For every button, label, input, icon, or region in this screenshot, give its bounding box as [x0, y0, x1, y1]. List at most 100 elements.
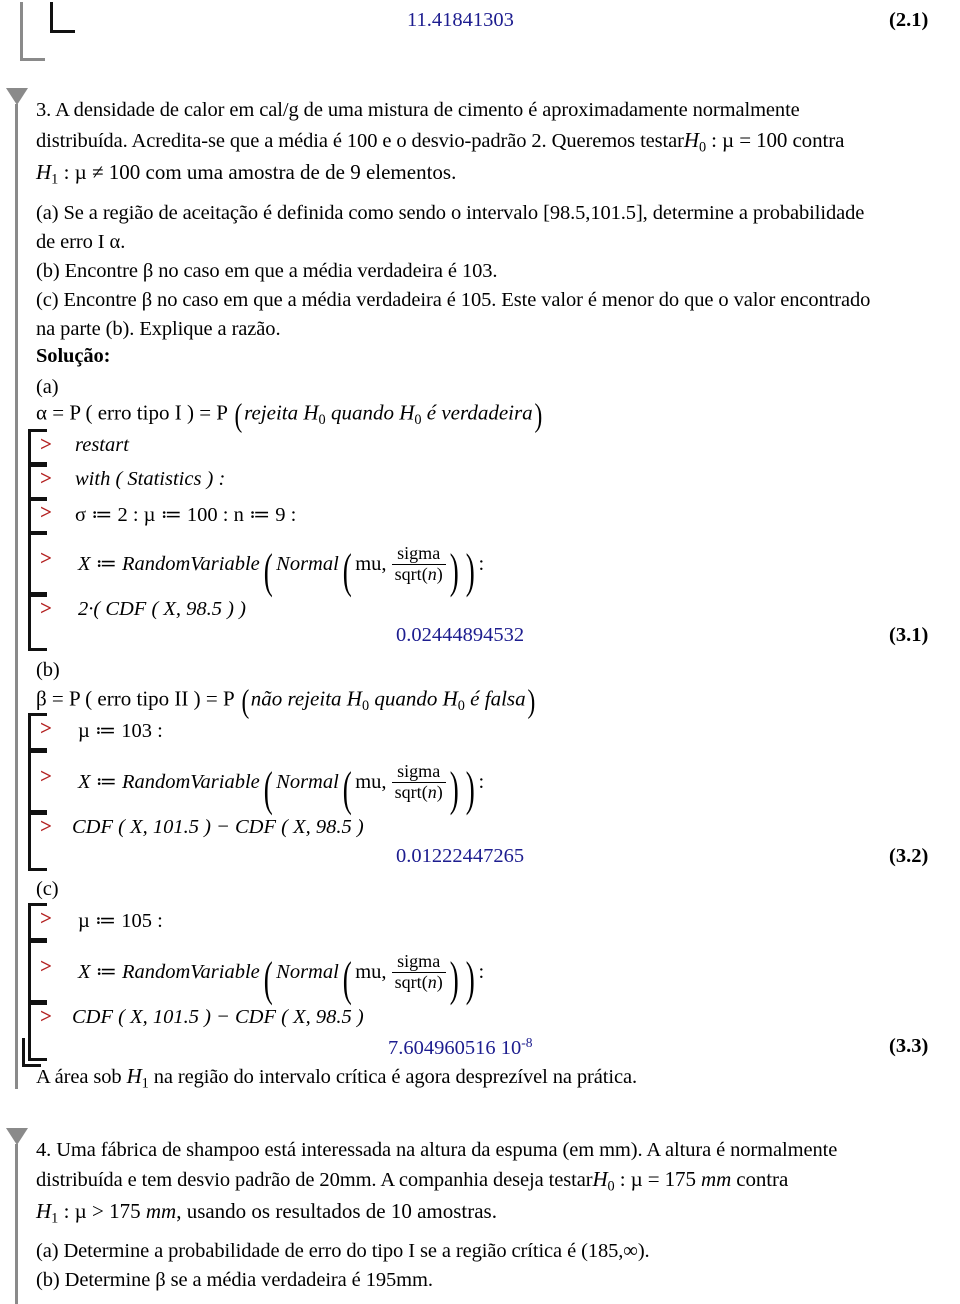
sqrt-fn-b: sqrt — [394, 781, 422, 802]
part-b-inner-post: é falsa — [464, 686, 526, 711]
problem4-h0-subscript: 0 — [607, 1178, 615, 1195]
fraction-numerator-c: sigma — [397, 951, 441, 972]
rv-c-fn: RandomVariable — [121, 960, 260, 983]
command-mu-assign-c[interactable]: µ ≔ 105 : — [78, 908, 163, 933]
maple-prompt-mu-c[interactable]: > — [40, 906, 52, 931]
part-b-inner-mid: quando H — [369, 686, 458, 711]
command-cdf-b-text: CDF ( X, 101.5 ) − CDF ( X, 98.5 ) — [72, 816, 364, 838]
sqrt-arg-c: n — [427, 971, 437, 992]
part-b-inner-sub-2: 0 — [457, 698, 465, 715]
closing-remark-h1: H1 — [127, 1064, 149, 1092]
section-gutter-line-problem3 — [15, 104, 18, 1089]
equation-label-3-3: (3.3) — [889, 1035, 929, 1057]
command-assignments-text: σ ≔ 2 : µ ≔ 100 : n ≔ 9 : — [75, 504, 297, 526]
result-3-3-exponent: -8 — [521, 1035, 533, 1050]
section-marker-triangle-problem4[interactable] — [6, 1128, 28, 1145]
maple-prompt-mu-b[interactable]: > — [40, 716, 52, 741]
problem3-h1-rest: : µ ≠ 100 com uma amostra de de 9 elemen… — [58, 160, 457, 184]
problem4-h1-tail: , usando os resultados de 10 amostras. — [176, 1199, 497, 1223]
rv-c-assign: X ≔ — [78, 960, 122, 983]
command-assignments[interactable]: σ ≔ 2 : µ ≔ 100 : n ≔ 9 : — [75, 502, 296, 527]
command-restart[interactable]: restart — [75, 434, 129, 457]
maple-prompt-assign[interactable]: > — [40, 500, 52, 525]
part-a-inner-sub-1: 0 — [318, 412, 326, 429]
problem4-h0-units: mm — [701, 1167, 732, 1191]
problem4-line-2-text: distribuída e tem desvio padrão de 20mm.… — [36, 1169, 593, 1191]
closing-remark-sub: 1 — [141, 1075, 149, 1092]
fraction-denominator-a: sqrt(n) — [391, 563, 446, 584]
maple-prompt-rv-a[interactable]: > — [40, 546, 52, 571]
maple-prompt-with[interactable]: > — [40, 466, 52, 491]
command-mu-assign-c-text: µ ≔ 105 : — [78, 910, 163, 932]
rv-c-trailing: : — [478, 960, 485, 983]
section-gutter-line-problem4 — [15, 1144, 18, 1304]
exec-group-bracket-cdf-b-close[interactable] — [28, 842, 47, 871]
command-randomvariable-c[interactable]: X ≔ RandomVariable(Normal(mu, sigma sqrt(… — [78, 950, 484, 1007]
closing-remark-pre: A área sob — [36, 1066, 127, 1088]
close-paren-glyph-normal-c: ) — [449, 951, 459, 1006]
command-with-statistics[interactable]: with ( Statistics ) : — [75, 468, 225, 491]
problem4-item-a: (a) Determine a probabilidade de erro do… — [36, 1240, 650, 1262]
problem3-item-c-line2: na parte (b). Explique a razão. — [36, 318, 281, 340]
command-randomvariable-b[interactable]: X ≔ RandomVariable(Normal(mu, sigma sqrt(… — [78, 760, 484, 817]
part-a-inner-sub-2: 0 — [414, 412, 422, 429]
open-paren-glyph-rv-b: ( — [263, 761, 273, 816]
problem3-line-1: 3. A densidade de calor em cal/g de uma … — [36, 99, 800, 121]
result-value-2-1: 11.41841303 — [407, 9, 514, 31]
problem3-item-c-line1: (c) Encontre β no caso em que a média ve… — [36, 289, 871, 311]
equation-label-2-1: (2.1) — [889, 9, 929, 31]
problem3-h1-symbol: H — [36, 160, 52, 184]
maple-prompt-restart[interactable]: > — [40, 432, 52, 457]
fraction-numerator-b: sigma — [397, 761, 441, 782]
equation-label-3-2: (3.2) — [889, 845, 929, 867]
problem4-item-b: (b) Determine β se a média verdadeira é … — [36, 1269, 433, 1291]
command-cdf-b[interactable]: CDF ( X, 101.5 ) − CDF ( X, 98.5 ) — [72, 816, 364, 839]
close-paren-glyph-rv-c: ) — [465, 951, 475, 1006]
command-cdf-c[interactable]: CDF ( X, 101.5 ) − CDF ( X, 98.5 ) — [72, 1006, 364, 1029]
maple-prompt-cdf-b[interactable]: > — [40, 814, 52, 839]
command-mu-assign-b[interactable]: µ ≔ 103 : — [78, 718, 163, 743]
fraction-sigma-over-sqrt-n-b: sigma sqrt(n) — [391, 761, 446, 802]
rv-b-trailing: : — [478, 770, 485, 793]
rv-b-dist: Normal — [276, 770, 339, 793]
rv-a-fn: RandomVariable — [121, 552, 260, 575]
sqrt-fn-c: sqrt — [394, 971, 422, 992]
problem4-h1-rest: : µ > 175 — [58, 1199, 146, 1223]
maple-prompt-rv-b[interactable]: > — [40, 764, 52, 789]
exec-group-bracket-cdf-a-close[interactable] — [28, 628, 47, 651]
fraction-sigma-over-sqrt-n-a: sigma sqrt(n) — [391, 543, 446, 584]
close-paren-glyph-b: ) — [527, 684, 535, 720]
part-c-label: (c) — [36, 878, 59, 900]
rv-c-dist: Normal — [276, 960, 339, 983]
result-3-3-mantissa: 7.604960516 10 — [388, 1036, 522, 1059]
section-marker-triangle-problem3[interactable] — [6, 88, 28, 105]
command-randomvariable-a[interactable]: X ≔ RandomVariable(Normal(mu, sigma sqrt(… — [78, 542, 484, 599]
inner-group-close-bracket-top — [50, 2, 75, 33]
problem4-h0-rest: : µ = 175 — [614, 1167, 701, 1191]
fraction-numerator-a: sigma — [397, 543, 441, 564]
open-paren-glyph: ( — [234, 398, 243, 434]
solution-heading: Solução: — [36, 345, 111, 367]
part-a-inner-post: é verdadeira — [421, 400, 533, 425]
open-paren-glyph-rv-c: ( — [263, 951, 273, 1006]
rv-a-assign: X ≔ — [78, 552, 122, 575]
result-value-3-2: 0.01222447265 — [396, 845, 525, 867]
command-cdf-a[interactable]: 2·( CDF ( X, 98.5 ) ) — [78, 598, 246, 621]
problem4-line-1: 4. Uma fábrica de shampoo está interessa… — [36, 1139, 838, 1161]
part-b-label: (b) — [36, 659, 60, 681]
problem4-h0-tail: contra — [731, 1167, 789, 1191]
maple-prompt-cdf-c[interactable]: > — [40, 1004, 52, 1029]
command-with-statistics-text: with ( Statistics ) : — [75, 468, 226, 490]
fraction-denominator-c: sqrt(n) — [391, 971, 446, 992]
open-paren-glyph-b: ( — [241, 684, 250, 720]
open-paren-glyph-rv-a: ( — [263, 543, 273, 598]
problem4-h1-symbol: H — [36, 1199, 52, 1223]
problem3-item-a-line1: (a) Se a região de aceitação é definida … — [36, 202, 865, 224]
part-a-alpha-lhs: α = P ( erro tipo I ) = P — [36, 400, 228, 425]
maple-prompt-rv-c[interactable]: > — [40, 954, 52, 979]
rv-b-arg-mu: mu, — [355, 770, 387, 793]
maple-prompt-cdf-a[interactable]: > — [40, 596, 52, 621]
part-a-alpha-definition: α = P ( erro tipo I ) = P (rejeita H0 qu… — [36, 398, 544, 435]
part-b-beta-lhs: β = P ( erro tipo II ) = P — [36, 686, 235, 711]
close-paren-glyph-normal-a: ) — [449, 543, 459, 598]
